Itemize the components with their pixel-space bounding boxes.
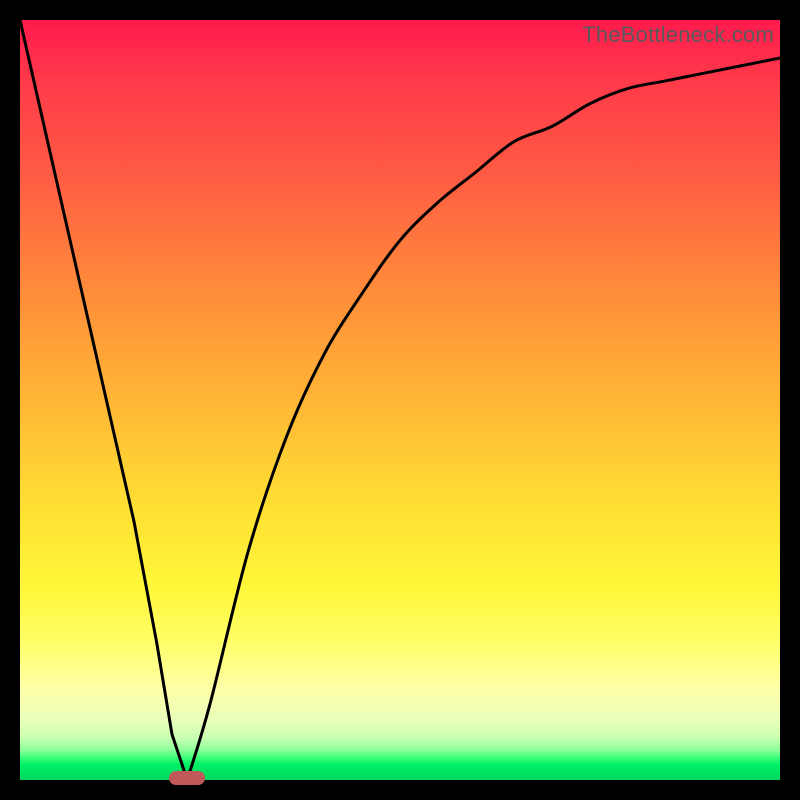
chart-frame: TheBottleneck.com [20,20,780,780]
watermark-text: TheBottleneck.com [582,22,774,48]
bottleneck-curve [20,20,780,780]
optimal-marker [169,771,205,785]
curve-path [20,20,780,780]
